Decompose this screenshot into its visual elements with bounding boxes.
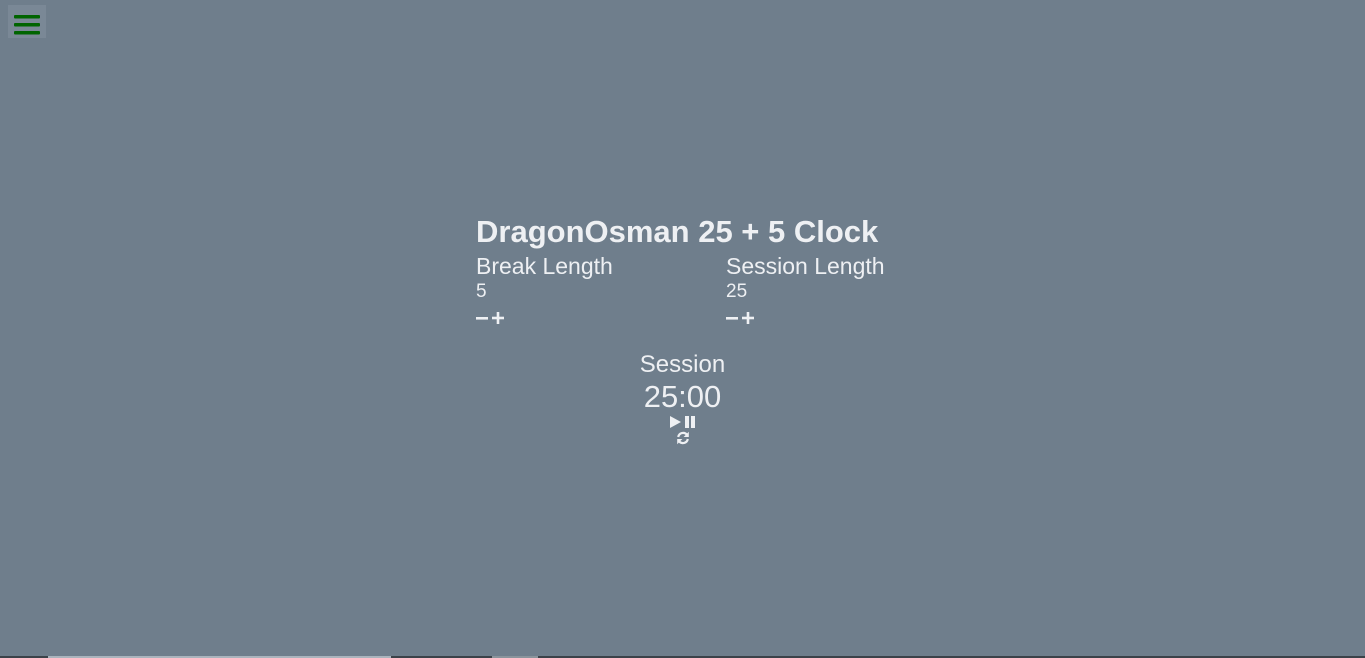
break-decrement-button[interactable]	[476, 312, 488, 324]
break-length-value: 5	[476, 281, 487, 302]
page: DragonOsman 25 + 5 Clock Break Length 5	[0, 0, 1365, 658]
reset-button[interactable]	[676, 431, 690, 445]
length-settings: Break Length 5 Session Length 25	[476, 252, 896, 328]
timer-controls	[0, 414, 1365, 430]
session-decrement-button[interactable]	[726, 312, 738, 324]
plus-icon	[492, 312, 504, 324]
session-length-value: 25	[726, 281, 748, 302]
session-controls	[726, 308, 885, 328]
page-title: DragonOsman 25 + 5 Clock	[476, 214, 879, 249]
break-label: Break Length	[476, 253, 613, 279]
reset-row	[0, 430, 1365, 446]
session-increment-button[interactable]	[742, 312, 754, 324]
break-controls	[476, 308, 613, 328]
menu-button[interactable]	[8, 5, 46, 38]
start-stop-button[interactable]	[669, 415, 697, 429]
break-increment-button[interactable]	[492, 312, 504, 324]
plus-icon	[742, 312, 754, 324]
hamburger-icon	[14, 14, 40, 34]
session-length-panel: Session Length 25	[726, 252, 885, 328]
break-length-panel: Break Length 5	[476, 252, 613, 328]
time-left: 25:00	[643, 379, 722, 414]
timer-panel: Session 25:00	[0, 350, 1365, 446]
minus-icon	[726, 317, 738, 320]
clock-container: DragonOsman 25 + 5 Clock Break Length 5	[476, 212, 896, 328]
play-pause-icon	[669, 416, 695, 428]
session-label: Session Length	[726, 253, 885, 279]
refresh-icon	[676, 431, 689, 445]
minus-icon	[476, 317, 488, 320]
timer-label: Session	[639, 351, 726, 378]
